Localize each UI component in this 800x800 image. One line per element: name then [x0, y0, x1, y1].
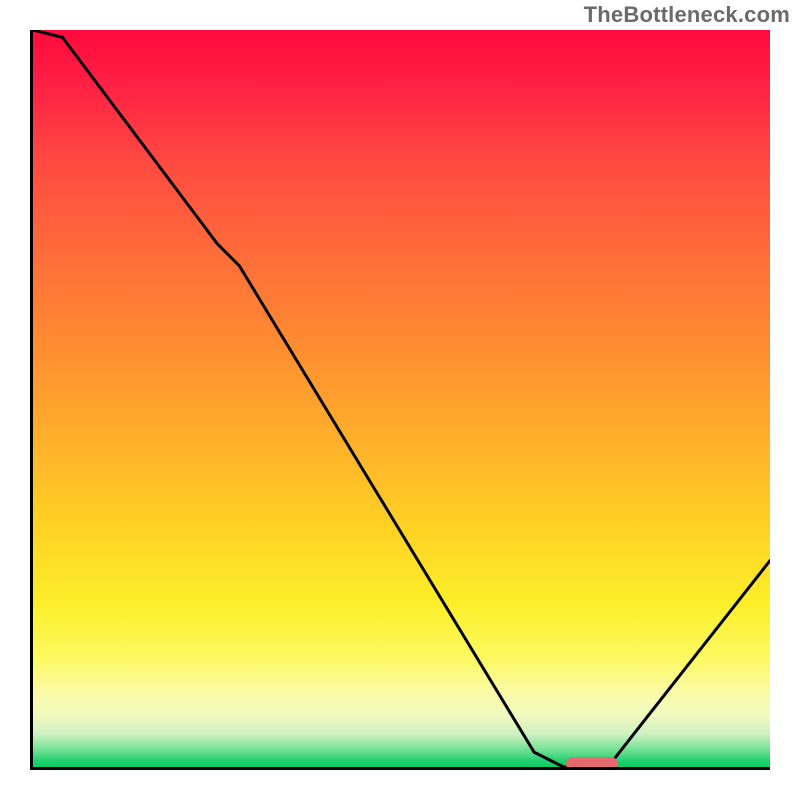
plot-area: [30, 30, 770, 770]
chart-frame: TheBottleneck.com: [0, 0, 800, 800]
bottleneck-curve: [33, 30, 770, 767]
watermark-label: TheBottleneck.com: [584, 2, 790, 28]
optimal-marker: [566, 757, 618, 770]
curve-path: [33, 30, 770, 767]
